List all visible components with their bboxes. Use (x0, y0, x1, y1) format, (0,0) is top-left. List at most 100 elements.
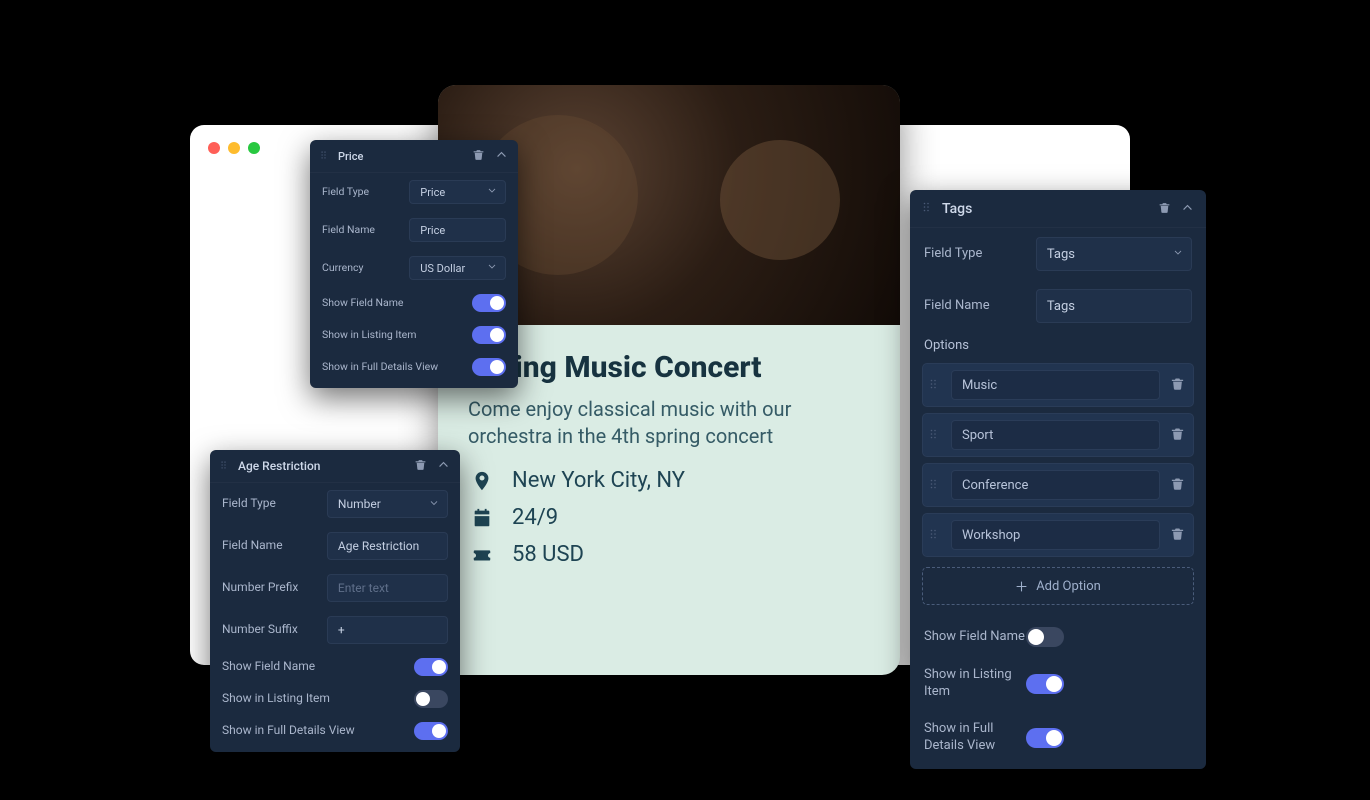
field-name-label: Field Name (322, 223, 399, 237)
option-input[interactable]: Sport (951, 420, 1160, 450)
panel-tags: Tags Field Type Tags Field Name Tags Opt… (910, 190, 1206, 769)
field-name-label: Field Name (924, 298, 1026, 315)
chevron-down-icon (1173, 247, 1183, 262)
field-type-value: Number (338, 497, 381, 511)
show-in-listing-label: Show in Listing Item (322, 328, 472, 342)
window-close-icon[interactable] (208, 142, 220, 154)
field-type-select[interactable]: Number (327, 490, 448, 518)
show-field-name-label: Show Field Name (924, 629, 1026, 646)
delete-option-button[interactable] (1170, 526, 1185, 544)
currency-value: US Dollar (420, 262, 465, 275)
field-name-value: Price (420, 224, 445, 237)
drag-handle-icon[interactable] (929, 377, 941, 394)
option-value: Music (962, 378, 997, 393)
delete-option-button[interactable] (1170, 476, 1185, 494)
show-in-full-toggle[interactable] (472, 358, 506, 376)
option-input[interactable]: Music (951, 370, 1160, 400)
panel-price: Price Field Type Price Field Name Price … (310, 140, 518, 388)
show-in-full-toggle[interactable] (414, 722, 448, 740)
listing-date-row: 24/9 (468, 505, 870, 530)
show-in-full-label: Show in Full Details View (924, 721, 1026, 755)
number-suffix-label: Number Suffix (222, 622, 317, 638)
window-zoom-icon[interactable] (248, 142, 260, 154)
option-input[interactable]: Conference (951, 470, 1160, 500)
delete-option-button[interactable] (1170, 426, 1185, 444)
listing-location: New York City, NY (512, 468, 685, 493)
show-in-full-label: Show in Full Details View (322, 360, 472, 374)
delete-field-button[interactable] (472, 148, 485, 164)
option-value: Conference (962, 478, 1028, 493)
field-name-input[interactable]: Age Restriction (327, 532, 448, 560)
panel-age-title: Age Restriction (238, 459, 406, 473)
show-in-listing-label: Show in Listing Item (924, 667, 1026, 701)
field-name-input[interactable]: Tags (1036, 289, 1192, 323)
number-prefix-placeholder: Enter text (338, 581, 389, 595)
currency-label: Currency (322, 261, 399, 275)
chevron-down-icon (487, 186, 497, 199)
collapse-panel-button[interactable] (1181, 201, 1194, 217)
option-row: Music (922, 363, 1194, 407)
collapse-panel-button[interactable] (495, 148, 508, 164)
field-name-value: Tags (1047, 299, 1075, 314)
option-value: Workshop (962, 528, 1020, 543)
option-row: Conference (922, 463, 1194, 507)
show-field-name-toggle[interactable] (414, 658, 448, 676)
field-name-label: Field Name (222, 538, 317, 554)
show-field-name-label: Show Field Name (322, 296, 472, 310)
chevron-down-icon (429, 497, 439, 511)
option-row: Workshop (922, 513, 1194, 557)
drag-handle-icon[interactable] (929, 427, 941, 444)
panel-age-restriction: Age Restriction Field Type Number Field … (210, 450, 460, 752)
location-pin-icon (468, 470, 496, 492)
number-prefix-label: Number Prefix (222, 580, 317, 596)
listing-date: 24/9 (512, 505, 558, 530)
field-type-value: Price (420, 186, 445, 199)
show-in-full-label: Show in Full Details View (222, 723, 414, 739)
field-name-value: Age Restriction (338, 539, 419, 553)
field-type-select[interactable]: Tags (1036, 237, 1192, 271)
drag-handle-icon[interactable] (320, 149, 330, 164)
field-name-input[interactable]: Price (409, 218, 506, 242)
field-type-value: Tags (1047, 247, 1075, 262)
options-section-label: Options (910, 332, 1206, 357)
listing-description: Come enjoy classical music with our orch… (468, 396, 870, 450)
field-type-select[interactable]: Price (409, 180, 506, 204)
panel-tags-title: Tags (942, 201, 1150, 217)
show-in-listing-toggle[interactable] (472, 326, 506, 344)
listing-price: 58 USD (512, 542, 584, 567)
field-type-label: Field Type (222, 496, 317, 512)
listing-price-row: 58 USD (468, 542, 870, 567)
number-suffix-value: + (338, 623, 345, 637)
number-suffix-input[interactable]: + (327, 616, 448, 644)
show-field-name-toggle[interactable] (472, 294, 506, 312)
listing-location-row: New York City, NY (468, 468, 870, 493)
delete-field-button[interactable] (1158, 201, 1171, 217)
collapse-panel-button[interactable] (437, 458, 450, 474)
number-prefix-input[interactable]: Enter text (327, 574, 448, 602)
plus-icon (1015, 580, 1028, 593)
show-in-listing-toggle[interactable] (414, 690, 448, 708)
ticket-icon (468, 544, 496, 566)
drag-handle-icon[interactable] (929, 527, 941, 544)
drag-handle-icon[interactable] (922, 200, 934, 217)
option-row: Sport (922, 413, 1194, 457)
add-option-label: Add Option (1036, 579, 1101, 594)
show-field-name-toggle[interactable] (1026, 627, 1064, 647)
listing-title: Spring Music Concert (468, 351, 870, 384)
show-in-full-toggle[interactable] (1026, 728, 1064, 748)
drag-handle-icon[interactable] (220, 459, 230, 474)
window-minimize-icon[interactable] (228, 142, 240, 154)
option-value: Sport (962, 428, 993, 443)
calendar-icon (468, 507, 496, 529)
show-field-name-label: Show Field Name (222, 659, 414, 675)
show-in-listing-label: Show in Listing Item (222, 691, 414, 707)
field-type-label: Field Type (322, 185, 399, 199)
show-in-listing-toggle[interactable] (1026, 674, 1064, 694)
delete-option-button[interactable] (1170, 376, 1185, 394)
option-input[interactable]: Workshop (951, 520, 1160, 550)
add-option-button[interactable]: Add Option (922, 567, 1194, 605)
panel-price-title: Price (338, 150, 464, 163)
currency-select[interactable]: US Dollar (409, 256, 506, 280)
delete-field-button[interactable] (414, 458, 427, 474)
drag-handle-icon[interactable] (929, 477, 941, 494)
